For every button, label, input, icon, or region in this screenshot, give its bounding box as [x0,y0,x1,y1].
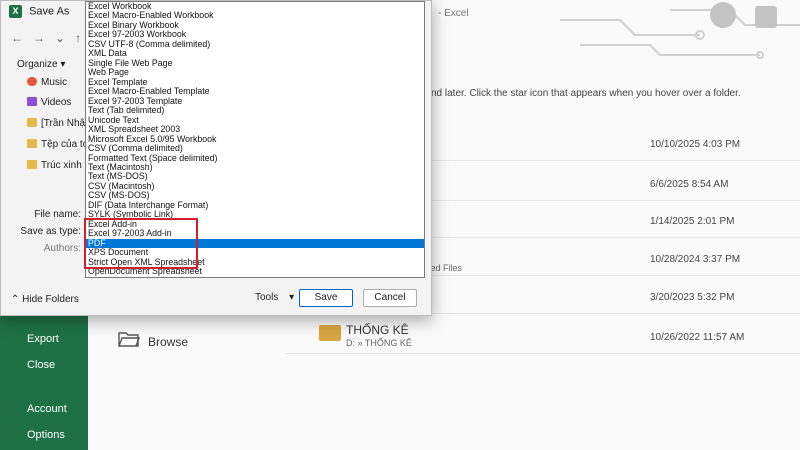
annotation-highlight-box [84,218,198,269]
tree-item-music[interactable]: Music [27,77,67,93]
tools-label: Tools [255,292,279,303]
tools-menu[interactable]: Tools ▾ [255,292,294,303]
tree-item-label: Tệp của tơ [41,139,90,150]
sidebar-item-export[interactable]: Export [27,333,59,345]
caret-down-icon: ▾ [289,292,295,303]
folder-icon [319,325,341,341]
recent-date: 1/14/2025 2:01 PM [650,216,735,227]
file-type-option[interactable]: CSV UTF-8 (Comma delimited) [86,39,424,49]
save-as-type-label: Save as type: [20,226,81,237]
pin-folder-hint: find later. Click the star icon that app… [426,88,741,99]
save-button[interactable]: Save [299,289,353,307]
forward-arrow-icon[interactable]: → [33,31,55,45]
excel-window-title: - Excel [438,8,469,19]
excel-icon: X [9,5,22,18]
recent-date: 10/26/2022 11:57 AM [650,332,745,343]
music-icon [27,77,37,86]
circuit-decoration-icon [560,2,800,59]
sidebar-item-options[interactable]: Options [27,429,65,441]
cancel-button[interactable]: Cancel [363,289,417,307]
tree-item-videos[interactable]: Videos [27,97,71,113]
video-icon [27,97,37,106]
hide-folders-label: Hide Folders [22,294,79,305]
recent-date: 10/28/2024 3:37 PM [650,254,741,265]
dialog-title: Save As [29,5,70,18]
dialog-title-bar: X Save As [9,5,69,23]
recent-date: 6/6/2025 8:54 AM [650,179,729,190]
file-name-label: File name: [34,209,81,220]
tree-item-label: Videos [41,97,72,108]
file-type-option[interactable]: Single File Web Page [86,58,424,68]
organize-menu[interactable]: Organize ▾ [17,59,65,70]
recent-date: 3/20/2023 5:32 PM [650,292,735,303]
folder-icon [27,139,37,148]
folder-name: THỐNG KÊ [346,323,409,337]
browse-button[interactable]: Browse [118,330,188,351]
save-as-dialog: X Save As ←→⌄↑ Organize ▾ Music Videos [… [0,0,432,316]
folder-icon [27,160,37,169]
recent-folder-thong-ke[interactable]: THỐNG KÊ D: » THỐNG KÊ 10/26/2022 11:57 … [286,323,800,354]
back-arrow-icon[interactable]: ← [11,31,33,45]
folder-icon [27,118,37,127]
sidebar-item-account[interactable]: Account [27,403,67,415]
browse-label: Browse [148,335,189,349]
recent-date: 10/10/2025 4:03 PM [650,139,741,150]
chevron-down-icon[interactable]: ⌄ [55,31,75,45]
folder-path: D: » THỐNG KÊ [346,338,412,348]
tree-item-folder[interactable]: Tệp của tơ [27,139,89,155]
chevron-up-icon: ⌃ [11,294,20,305]
hide-folders-button[interactable]: ⌃ Hide Folders [11,294,79,305]
folder-open-icon [118,332,141,347]
sidebar-item-close[interactable]: Close [27,359,55,371]
navigation-arrows: ←→⌄↑ [11,31,91,45]
tree-item-label: Music [41,77,68,88]
authors-label: Authors: [43,243,81,254]
